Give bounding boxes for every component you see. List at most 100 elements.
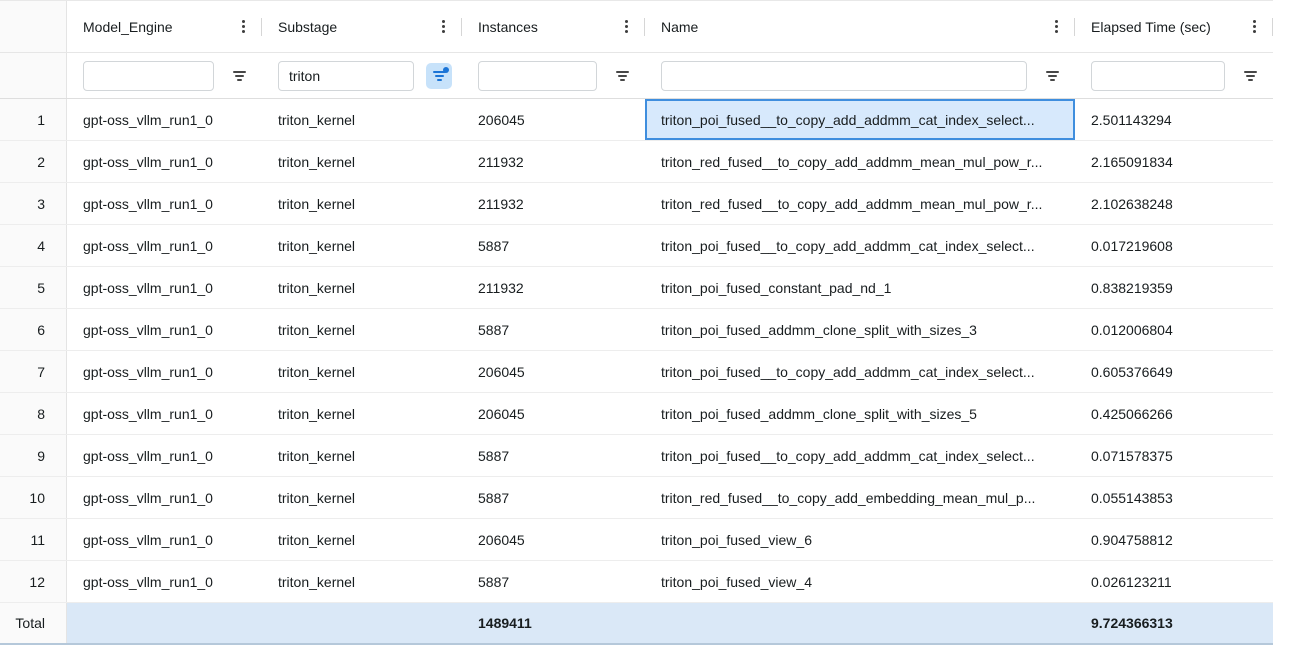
cell-instances[interactable]: 5887 [462,561,645,602]
cell-elapsed-time[interactable]: 0.017219608 [1075,225,1273,266]
cell-elapsed-time[interactable]: 0.425066266 [1075,393,1273,434]
cell-substage[interactable]: triton_kernel [262,435,462,476]
cell-instances[interactable]: 5887 [462,225,645,266]
total-cell-elapsed-time: 9.724366313 [1075,603,1273,643]
column-label: Elapsed Time (sec) [1091,19,1250,35]
table-row: 8 gpt-oss_vllm_run1_0 triton_kernel 2060… [0,393,1273,435]
cell-name[interactable]: triton_red_fused__to_copy_add_addmm_mean… [645,141,1075,182]
cell-substage[interactable]: triton_kernel [262,561,462,602]
table-row: 5 gpt-oss_vllm_run1_0 triton_kernel 2119… [0,267,1273,309]
column-header-elapsed-time[interactable]: Elapsed Time (sec) [1075,1,1273,52]
instances-filter-input[interactable] [478,61,597,91]
cell-elapsed-time[interactable]: 2.165091834 [1075,141,1273,182]
column-menu-icon[interactable] [1052,17,1061,36]
column-label: Substage [278,19,439,35]
cell-substage[interactable]: triton_kernel [262,393,462,434]
cell-model-engine[interactable]: gpt-oss_vllm_run1_0 [67,183,262,224]
table-row: 12 gpt-oss_vllm_run1_0 triton_kernel 588… [0,561,1273,603]
cell-substage[interactable]: triton_kernel [262,183,462,224]
cell-name[interactable]: triton_poi_fused__to_copy_add_addmm_cat_… [645,351,1075,392]
column-header-instances[interactable]: Instances [462,1,645,52]
cell-substage[interactable]: triton_kernel [262,519,462,560]
cell-name[interactable]: triton_poi_fused_addmm_clone_split_with_… [645,309,1075,350]
column-menu-icon[interactable] [239,17,248,36]
cell-substage[interactable]: triton_kernel [262,351,462,392]
cell-substage[interactable]: triton_kernel [262,99,462,140]
cell-instances[interactable]: 211932 [462,141,645,182]
cell-model-engine[interactable]: gpt-oss_vllm_run1_0 [67,141,262,182]
active-filter-icon[interactable] [426,63,452,89]
cell-name[interactable]: triton_poi_fused__to_copy_add_addmm_cat_… [645,225,1075,266]
table-row: 9 gpt-oss_vllm_run1_0 triton_kernel 5887… [0,435,1273,477]
column-menu-icon[interactable] [1250,17,1259,36]
column-header-substage[interactable]: Substage [262,1,462,52]
cell-instances[interactable]: 206045 [462,393,645,434]
selected-cell-name[interactable]: triton_poi_fused__to_copy_add_addmm_cat_… [645,99,1075,140]
cell-elapsed-time[interactable]: 0.904758812 [1075,519,1273,560]
cell-instances[interactable]: 5887 [462,477,645,518]
cell-substage[interactable]: triton_kernel [262,225,462,266]
cell-elapsed-time[interactable]: 2.102638248 [1075,183,1273,224]
cell-substage[interactable]: triton_kernel [262,141,462,182]
column-header-name[interactable]: Name [645,1,1075,52]
filter-icon[interactable] [226,63,252,89]
cell-model-engine[interactable]: gpt-oss_vllm_run1_0 [67,435,262,476]
column-label: Model_Engine [83,19,239,35]
filter-icon[interactable] [609,63,635,89]
table-row: 1 gpt-oss_vllm_run1_0 triton_kernel 2060… [0,99,1273,141]
cell-name[interactable]: triton_poi_fused_view_4 [645,561,1075,602]
row-number: 9 [0,435,67,476]
total-row-label: Total [0,603,67,643]
cell-model-engine[interactable]: gpt-oss_vllm_run1_0 [67,99,262,140]
cell-name[interactable]: triton_poi_fused_view_6 [645,519,1075,560]
cell-model-engine[interactable]: gpt-oss_vllm_run1_0 [67,267,262,308]
cell-substage[interactable]: triton_kernel [262,477,462,518]
total-cell-substage [262,603,462,643]
cell-elapsed-time[interactable]: 0.026123211 [1075,561,1273,602]
filter-cell-model-engine [67,53,262,98]
column-header-model-engine[interactable]: Model_Engine [67,1,262,52]
column-menu-icon[interactable] [439,17,448,36]
cell-substage[interactable]: triton_kernel [262,267,462,308]
column-label: Name [661,19,1052,35]
cell-elapsed-time[interactable]: 0.605376649 [1075,351,1273,392]
cell-name[interactable]: triton_poi_fused_constant_pad_nd_1 [645,267,1075,308]
cell-instances[interactable]: 206045 [462,351,645,392]
model-engine-filter-input[interactable] [83,61,214,91]
filter-cell-name [645,53,1075,98]
cell-substage[interactable]: triton_kernel [262,309,462,350]
filter-icon[interactable] [1237,63,1263,89]
cell-name[interactable]: triton_red_fused__to_copy_add_addmm_mean… [645,183,1075,224]
cell-name[interactable]: triton_poi_fused_addmm_clone_split_with_… [645,393,1075,434]
name-filter-input[interactable] [661,61,1027,91]
cell-elapsed-time[interactable]: 2.501143294 [1075,99,1273,140]
cell-model-engine[interactable]: gpt-oss_vllm_run1_0 [67,225,262,266]
column-label: Instances [478,19,622,35]
filter-row-corner [0,53,67,98]
elapsed-time-filter-input[interactable] [1091,61,1225,91]
cell-name[interactable]: triton_red_fused__to_copy_add_embedding_… [645,477,1075,518]
column-menu-icon[interactable] [622,17,631,36]
cell-model-engine[interactable]: gpt-oss_vllm_run1_0 [67,309,262,350]
table-row: 7 gpt-oss_vllm_run1_0 triton_kernel 2060… [0,351,1273,393]
cell-model-engine[interactable]: gpt-oss_vllm_run1_0 [67,561,262,602]
column-resize-handle[interactable] [1272,18,1273,36]
cell-elapsed-time[interactable]: 0.012006804 [1075,309,1273,350]
cell-instances[interactable]: 211932 [462,267,645,308]
cell-model-engine[interactable]: gpt-oss_vllm_run1_0 [67,477,262,518]
cell-instances[interactable]: 211932 [462,183,645,224]
cell-elapsed-time[interactable]: 0.055143853 [1075,477,1273,518]
cell-name[interactable]: triton_poi_fused__to_copy_add_addmm_cat_… [645,435,1075,476]
cell-instances[interactable]: 206045 [462,99,645,140]
cell-elapsed-time[interactable]: 0.071578375 [1075,435,1273,476]
total-cell-instances: 1489411 [462,603,645,643]
cell-instances[interactable]: 5887 [462,435,645,476]
cell-model-engine[interactable]: gpt-oss_vllm_run1_0 [67,519,262,560]
cell-model-engine[interactable]: gpt-oss_vllm_run1_0 [67,393,262,434]
cell-elapsed-time[interactable]: 0.838219359 [1075,267,1273,308]
cell-model-engine[interactable]: gpt-oss_vllm_run1_0 [67,351,262,392]
filter-icon[interactable] [1039,63,1065,89]
cell-instances[interactable]: 206045 [462,519,645,560]
substage-filter-input[interactable] [278,61,414,91]
cell-instances[interactable]: 5887 [462,309,645,350]
